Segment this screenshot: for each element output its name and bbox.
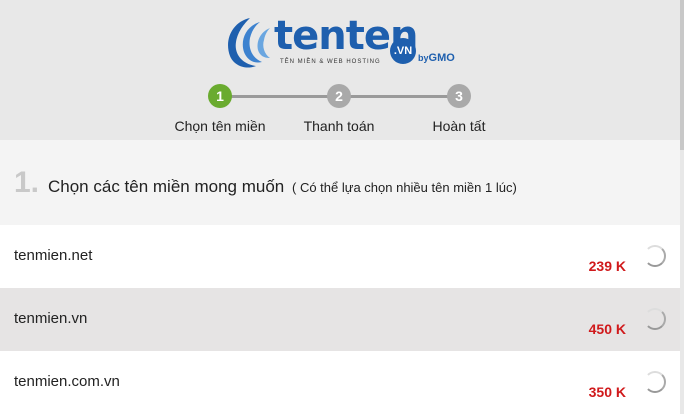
- domain-name: tenmien.net: [14, 247, 93, 264]
- domain-price: 239 K: [588, 258, 626, 274]
- section-title: Chọn các tên miền mong muốn: [48, 177, 285, 196]
- brand-tagline: TÊN MIỀN & WEB HOSTING: [280, 59, 381, 65]
- domain-price: 350 K: [588, 384, 626, 400]
- checkout-steps: 1 Chọn tên miền 2 Thanh toán 3 Hoàn tất: [0, 84, 684, 134]
- domain-row[interactable]: tenmien.com.vn 350 K: [0, 351, 680, 414]
- gmo-label: GMO: [428, 52, 455, 64]
- tenten-logo[interactable]: tenten .VN byGMO TÊN MIỀN & WEB HOSTING: [220, 12, 460, 70]
- domain-name: tenmien.com.vn: [14, 373, 120, 390]
- swirl-logo-icon: [228, 18, 270, 68]
- section-number: 1.: [14, 166, 40, 199]
- domain-row[interactable]: tenmien.net 239 K: [0, 225, 680, 288]
- step-3-indicator: 3: [447, 84, 471, 108]
- scrollbar-thumb[interactable]: [680, 0, 684, 150]
- scrollbar[interactable]: [680, 0, 684, 401]
- select-radio[interactable]: [644, 371, 666, 393]
- step-2-indicator: 2: [327, 84, 351, 108]
- by-gmo: byGMO: [418, 52, 455, 64]
- domain-price: 450 K: [588, 321, 626, 337]
- step-3-label: Hoàn tất: [432, 118, 486, 134]
- domain-row[interactable]: tenmien.vn 450 K: [0, 288, 680, 351]
- vn-badge: .VN: [390, 38, 416, 64]
- step-1-indicator: 1: [208, 84, 232, 108]
- by-label: by: [418, 53, 429, 63]
- step-1-label: Chọn tên miền: [174, 118, 266, 134]
- header: tenten .VN byGMO TÊN MIỀN & WEB HOSTING …: [0, 0, 684, 140]
- step-2-label: Thanh toán: [303, 118, 375, 134]
- select-radio[interactable]: [644, 245, 666, 267]
- section-subtitle: ( Có thể lựa chọn nhiều tên miền 1 lúc): [292, 180, 517, 195]
- domain-name: tenmien.vn: [14, 310, 88, 327]
- select-radio[interactable]: [644, 308, 666, 330]
